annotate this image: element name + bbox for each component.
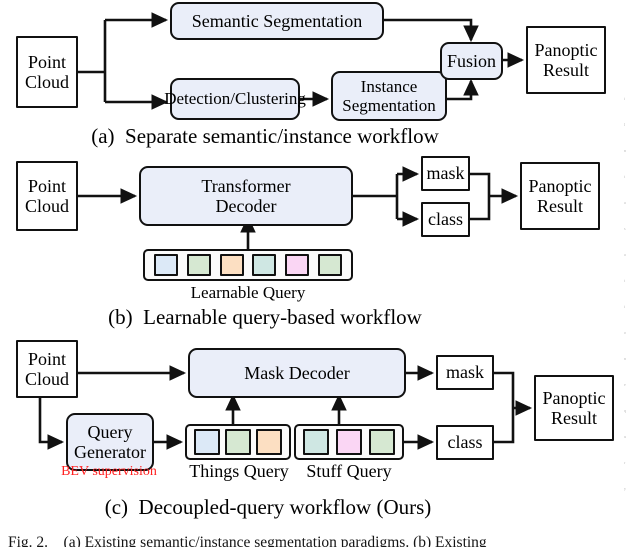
things-query-strip <box>185 424 291 460</box>
learnable-query-cell-5 <box>284 254 309 276</box>
c-mask-decoder-box: Mask Decoder <box>188 348 406 398</box>
stuff-query-label: Stuff Query <box>306 461 392 481</box>
figure-panoptic-workflows: Point Cloud Semantic Segmentation Detect… <box>0 0 640 547</box>
learnable-query-cell-3 <box>219 254 244 276</box>
stuff-query-cell-1 <box>303 429 330 455</box>
a-panoptic-result-box: Panoptic Result <box>526 26 606 94</box>
b-transformer-decoder-box: Transformer Decoder <box>139 166 353 226</box>
bev-supervision-label: BEV supervision <box>61 464 157 479</box>
c-point-cloud-box: Point Cloud <box>16 340 78 398</box>
learnable-query-cell-1 <box>154 254 179 276</box>
learnable-query-cell-4 <box>252 254 277 276</box>
panel-b-caption: (b) Learnable query-based workflow <box>108 305 422 329</box>
margin-bleed-text: i l n t a s a t i o n e q u r y <box>624 96 627 491</box>
things-query-cell-1 <box>193 429 220 455</box>
figure-caption: Fig. 2. (a) Existing semantic/instance s… <box>8 534 487 547</box>
panel-a-caption: (a) Separate semantic/instance workflow <box>91 124 439 148</box>
c-class-box: class <box>436 425 494 460</box>
things-query-label: Things Query <box>189 461 289 481</box>
b-class-box: class <box>421 202 470 237</box>
b-panoptic-result-box: Panoptic Result <box>520 162 600 230</box>
learnable-query-label: Learnable Query <box>190 283 306 302</box>
stuff-query-cell-2 <box>335 429 362 455</box>
a-detection-clustering-box: Detection/Clustering <box>164 78 306 120</box>
learnable-query-cell-2 <box>186 254 211 276</box>
learnable-query-strip <box>143 249 353 281</box>
b-point-cloud-box: Point Cloud <box>16 161 78 231</box>
a-point-cloud-box: Point Cloud <box>16 36 78 108</box>
c-query-generator-box: Query Generator <box>66 413 154 471</box>
b-mask-box: mask <box>421 156 470 191</box>
stuff-query-cell-3 <box>368 429 395 455</box>
things-query-cell-2 <box>224 429 251 455</box>
panel-c-caption: (c) Decoupled-query workflow (Ours) <box>104 495 432 519</box>
learnable-query-cell-6 <box>317 254 342 276</box>
c-panoptic-result-box: Panoptic Result <box>534 375 614 441</box>
c-mask-box: mask <box>436 355 494 390</box>
things-query-cell-3 <box>256 429 283 455</box>
a-fusion-box: Fusion <box>440 42 503 80</box>
stuff-query-strip <box>294 424 404 460</box>
a-instance-segmentation-box: Instance Segmentation <box>331 71 447 121</box>
a-semantic-segmentation-box: Semantic Segmentation <box>170 2 384 40</box>
